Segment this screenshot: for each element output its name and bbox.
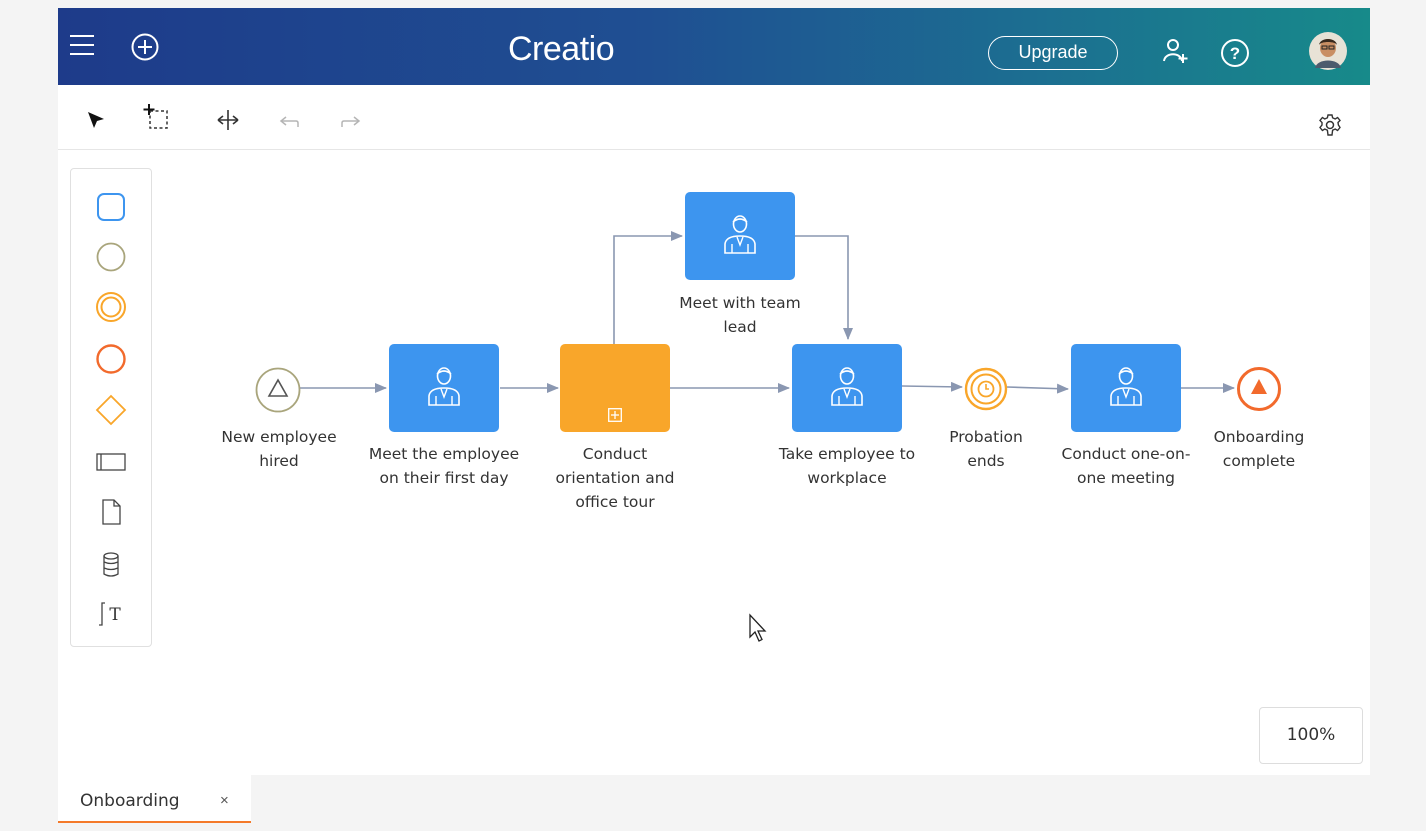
start-event-new-employee[interactable] [255, 367, 301, 418]
user-task-icon [428, 367, 460, 406]
start-event-label: New employee hired [221, 428, 337, 470]
diagram-canvas[interactable]: New employee hired Meet the employee on … [58, 150, 1370, 775]
user-avatar[interactable] [1309, 32, 1347, 75]
timer-event-probation-label: Probation ends [949, 428, 1023, 470]
user-task-icon [1110, 367, 1142, 406]
upgrade-button[interactable]: Upgrade [988, 36, 1118, 70]
process-designer: Creatio Upgrade ? T New employee hired M… [58, 8, 1370, 823]
task-one-on-one-label: Conduct one-on- one meeting [1061, 445, 1191, 487]
tab-onboarding[interactable]: Onboarding × [58, 775, 251, 823]
add-circle-icon[interactable] [130, 32, 160, 67]
creatio-logo: Creatio [508, 30, 615, 68]
top-bar: Creatio Upgrade ? [58, 8, 1370, 85]
task-take-to-workplace[interactable] [792, 344, 902, 432]
task-meet-team-lead-label: Meet with team lead [679, 294, 801, 336]
subprocess-orientation[interactable] [560, 344, 670, 432]
zoom-level[interactable]: 100% [1259, 707, 1363, 764]
task-take-to-workplace-label: Take employee to workplace [778, 445, 916, 487]
user-task-icon [724, 215, 756, 254]
lasso-select-icon[interactable] [142, 103, 172, 138]
tab-close-icon[interactable]: × [220, 792, 229, 809]
pointer-tool-icon[interactable] [86, 110, 106, 135]
task-meet-employee[interactable] [389, 344, 499, 432]
add-user-icon[interactable] [1161, 37, 1189, 70]
subprocess-expand-icon[interactable] [608, 408, 622, 422]
subprocess-orientation-label: Conduct orientation and office tour [555, 445, 675, 511]
end-event-label: Onboarding complete [1213, 428, 1305, 470]
end-event-onboarding-complete[interactable] [1236, 366, 1282, 417]
timer-event-probation[interactable] [963, 366, 1009, 417]
flow-probation-oneonone [1006, 383, 1069, 394]
svg-text:?: ? [1230, 44, 1240, 63]
task-meet-team-lead[interactable] [685, 192, 795, 280]
mouse-cursor-icon [748, 613, 770, 648]
user-task-icon [831, 367, 863, 406]
gear-icon[interactable] [1318, 113, 1342, 142]
redo-icon[interactable] [340, 115, 362, 136]
tab-onboarding-label: Onboarding [80, 791, 180, 811]
help-icon[interactable]: ? [1220, 38, 1250, 73]
task-meet-employee-label: Meet the employee on their first day [368, 445, 520, 487]
undo-icon[interactable] [278, 115, 300, 136]
diagram-toolbar [58, 85, 1370, 150]
tab-bar: Onboarding × [58, 775, 1370, 823]
hamburger-menu-icon[interactable] [70, 34, 94, 61]
flow-workplace-probation [901, 381, 963, 392]
move-canvas-icon[interactable] [215, 107, 241, 138]
task-one-on-one[interactable] [1071, 344, 1181, 432]
